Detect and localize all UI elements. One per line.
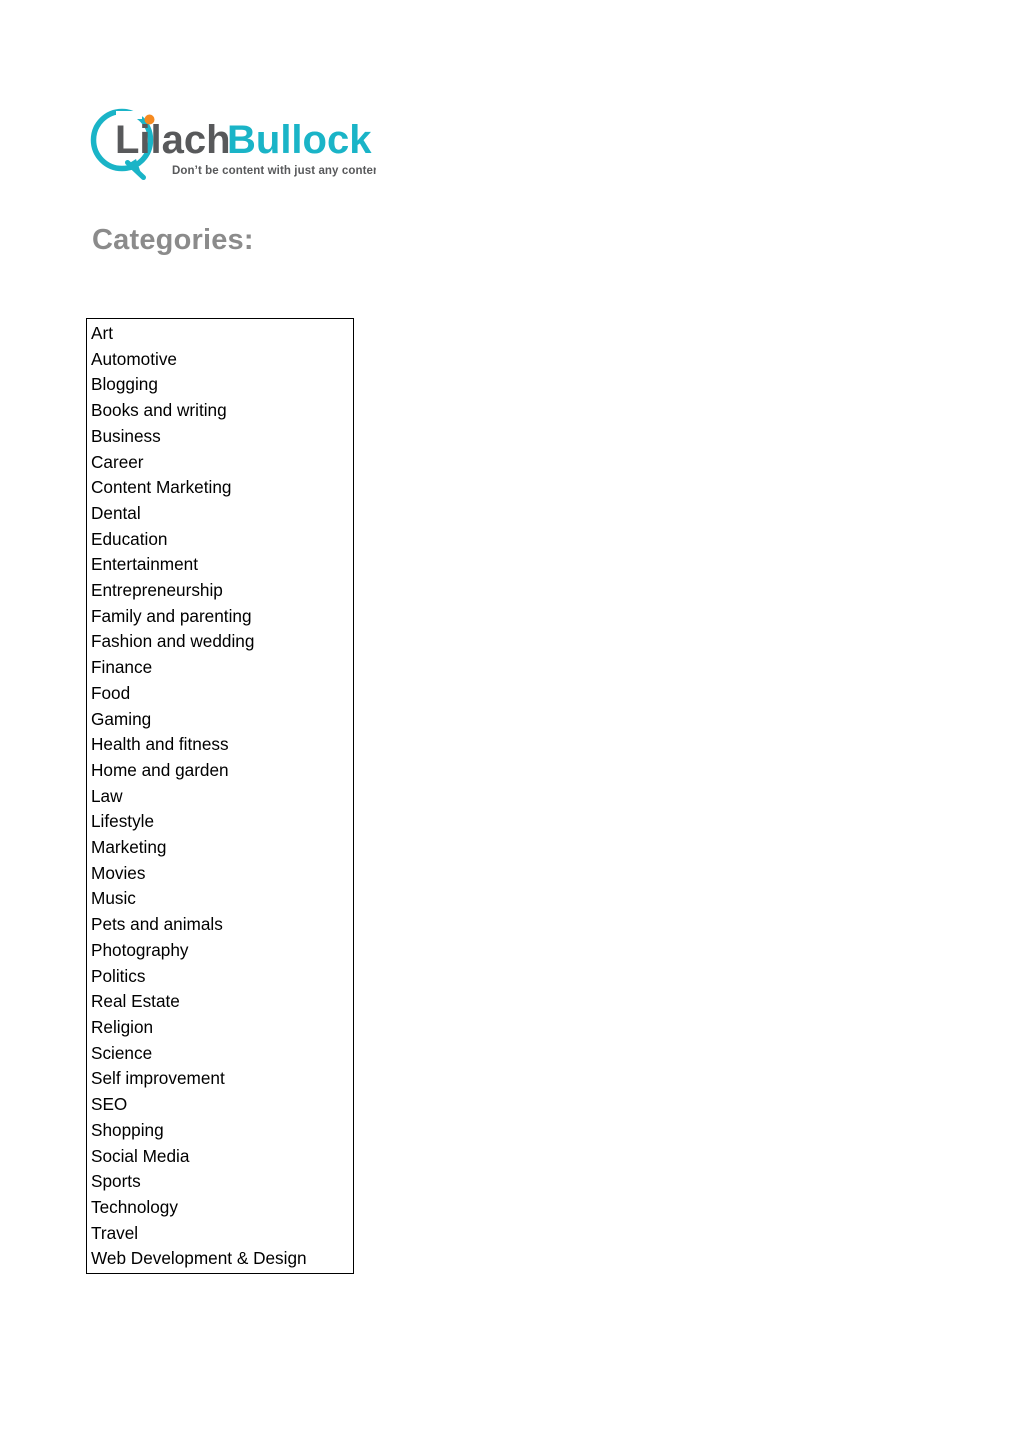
category-list-item[interactable]: Entrepreneurship (87, 578, 353, 604)
category-list-item[interactable]: Travel (87, 1221, 353, 1247)
category-list-item[interactable]: Science (87, 1041, 353, 1067)
category-list-item[interactable]: Law (87, 784, 353, 810)
category-list-item[interactable]: Education (87, 527, 353, 553)
category-list-item[interactable]: Finance (87, 655, 353, 681)
category-list-item[interactable]: Web Development & Design (87, 1246, 353, 1272)
category-list-item[interactable]: Social Media (87, 1144, 353, 1170)
category-list-item[interactable]: Blogging (87, 372, 353, 398)
logo-orange-dot (144, 114, 155, 125)
category-list-item[interactable]: Movies (87, 861, 353, 887)
page-title: Categories: (92, 224, 254, 256)
category-list-item[interactable]: Self improvement (87, 1066, 353, 1092)
categories-list: Art Automotive Blogging Books and writing Bu… (87, 319, 353, 1273)
category-list-item[interactable]: Books and writing (87, 398, 353, 424)
category-list-item[interactable]: Family and parenting (87, 604, 353, 630)
category-list-item[interactable]: Technology (87, 1195, 353, 1221)
category-list-item[interactable]: Business (87, 424, 353, 450)
category-list-item[interactable]: Religion (87, 1015, 353, 1041)
category-list-item[interactable]: Music (87, 886, 353, 912)
category-list-item[interactable]: Politics (87, 964, 353, 990)
category-list-item[interactable]: Entertainment (87, 552, 353, 578)
category-list-item[interactable]: Gaming (87, 707, 353, 733)
category-list-item[interactable]: Food (87, 681, 353, 707)
category-list-item[interactable]: Fashion and wedding (87, 629, 353, 655)
category-list-item[interactable]: Health and fitness (87, 732, 353, 758)
lilach-bullock-logo-graphic: Lilach Bullock Don’t be content with jus… (90, 108, 376, 180)
category-list-item[interactable]: Dental (87, 501, 353, 527)
category-list-item[interactable]: Marketing (87, 835, 353, 861)
category-list-item[interactable]: Lifestyle (87, 809, 353, 835)
logo-word-bullock: Bullock (227, 118, 372, 162)
logo-word-lilach: Lilach (115, 118, 231, 162)
site-logo: Lilach Bullock Don’t be content with jus… (86, 97, 376, 189)
category-list-item[interactable]: Art (87, 321, 353, 347)
category-list-item[interactable]: Career (87, 450, 353, 476)
category-list-item[interactable]: Real Estate (87, 989, 353, 1015)
category-list-item[interactable]: Sports (87, 1169, 353, 1195)
category-list-item[interactable]: Home and garden (87, 758, 353, 784)
category-list-item[interactable]: Shopping (87, 1118, 353, 1144)
logo-tagline: Don’t be content with just any content. (172, 165, 376, 177)
category-list-item[interactable]: Photography (87, 938, 353, 964)
category-list-item[interactable]: Pets and animals (87, 912, 353, 938)
category-list-item[interactable]: Content Marketing (87, 475, 353, 501)
category-list-item[interactable]: Automotive (87, 347, 353, 373)
category-list-item[interactable]: SEO (87, 1092, 353, 1118)
categories-box: Art Automotive Blogging Books and writing Bu… (86, 318, 354, 1275)
